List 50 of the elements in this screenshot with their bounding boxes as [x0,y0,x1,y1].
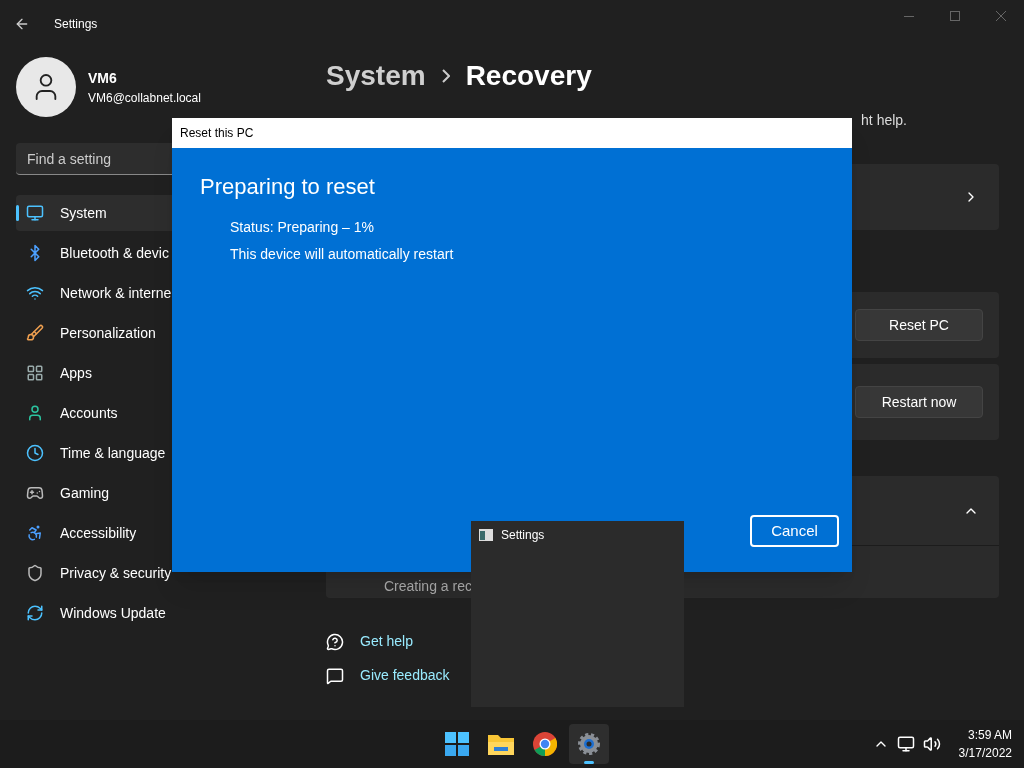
nav-item[interactable]: Windows Update [16,595,296,631]
user-email: VM6@collabnet.local [88,89,201,107]
maximize-icon[interactable] [950,11,960,21]
accessibility-icon [26,524,44,542]
window-title: Settings [54,16,98,33]
give-feedback-link[interactable]: Give feedback [360,665,450,686]
user-name: VM6 [88,68,118,88]
feedback-icon [326,666,344,685]
preview-title: Settings [501,529,545,541]
nav-item[interactable]: Accounts [16,395,296,431]
reset-pc-button[interactable]: Reset PC [855,309,983,341]
get-help-link[interactable]: Get help [360,631,413,652]
page-title: Recovery [465,59,592,93]
nav-item[interactable]: Apps [16,355,296,391]
accounts-icon [26,404,44,422]
clock[interactable]: 3:59 AM 3/17/2022 [958,726,1012,762]
nav-item[interactable]: Gaming [16,475,296,511]
volume-icon[interactable] [922,735,941,753]
gear-icon [577,732,601,756]
apps-icon [26,364,44,382]
breadcrumb-parent[interactable]: System [326,55,426,97]
minimize-icon[interactable] [904,15,914,17]
help-icon [326,632,344,651]
browser-icon [533,732,557,756]
system-icon [26,204,44,222]
network-icon[interactable] [896,735,915,753]
start-icon [445,732,469,756]
recovery-row-text: Creating a rec [384,577,472,596]
status-text: This device will automatically restart [230,245,455,264]
dialog-title: Reset this PC [180,125,254,142]
taskbar-preview[interactable]: Settings [471,521,684,707]
intro-text: ht help. [861,111,907,130]
nav-item[interactable]: Network & interne [16,275,296,311]
nav-item[interactable]: Privacy & security [16,555,296,591]
update-icon [26,604,44,622]
nav-item[interactable]: Personalization [16,315,296,351]
cancel-button[interactable]: Cancel [750,515,839,547]
restart-now-button[interactable]: Restart now [855,386,983,418]
window-icon [479,529,493,541]
nav-item[interactable]: Accessibility [16,515,296,551]
close-icon[interactable] [996,11,1006,21]
nav-item[interactable]: Time & language [16,435,296,471]
gaming-icon [26,484,44,502]
chevron-right-icon [441,69,450,83]
folder-icon [488,733,514,755]
time-icon [26,444,44,462]
network-icon [26,284,44,302]
avatar [16,57,76,117]
personalization-icon [26,324,44,342]
privacy-icon [26,564,44,582]
